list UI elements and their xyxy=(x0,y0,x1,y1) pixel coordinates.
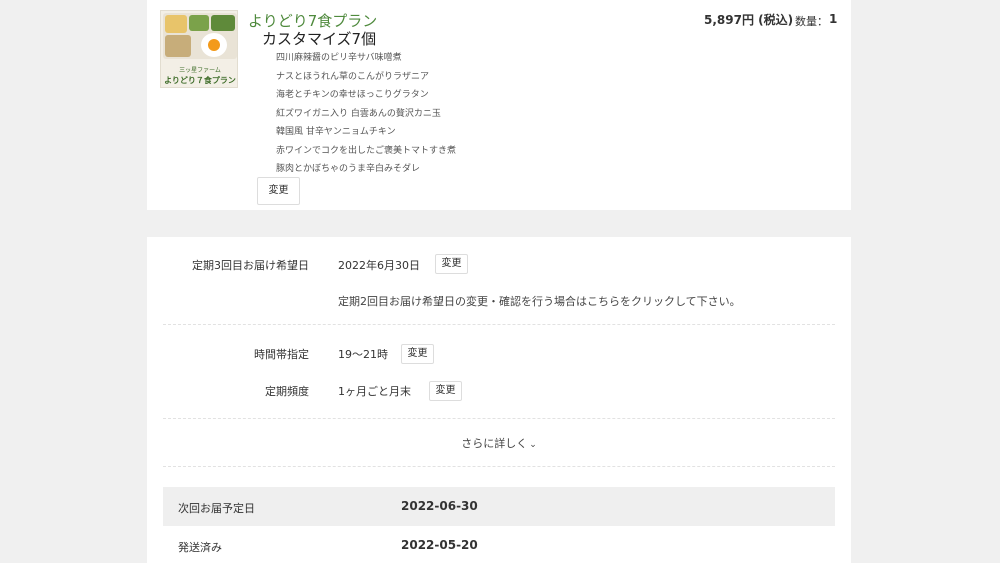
delivery-date-label: 定期3回目お届け希望日 xyxy=(192,259,309,272)
change-frequency-button[interactable]: 変更 xyxy=(429,381,462,401)
next-delivery-value: 2022-06-30 xyxy=(401,499,478,513)
menu-item: 海老とチキンの幸せほっこりグラタン xyxy=(276,90,429,100)
delivery-date-value: 2022年6月30日 xyxy=(338,259,420,272)
divider xyxy=(163,418,835,419)
quantity-value: 1 xyxy=(829,12,838,26)
change-menu-button[interactable]: 変更 xyxy=(257,177,300,205)
next-delivery-label: 次回お届予定日 xyxy=(178,502,255,515)
delivery-note-link[interactable]: 定期2回目お届け希望日の変更・確認を行う場合はこちらをクリックして下さい。 xyxy=(338,293,741,309)
menu-item: ナスとほうれん草のこんがりラザニア xyxy=(276,71,430,82)
divider xyxy=(163,466,835,467)
menu-item: 豚肉とかぼちゃのうま辛白みそダレ xyxy=(276,164,421,174)
thumbnail-brand: 三ッ星ファーム xyxy=(179,67,221,74)
product-card: 三ッ星ファーム よりどり７食プラン よりどり7食プラン カスタマイズ7個 5,8… xyxy=(147,0,851,210)
chevron-down-icon: ⌄ xyxy=(529,440,537,450)
frequency-label: 定期頻度 xyxy=(265,385,309,398)
show-more-link[interactable]: さらに詳しく ⌄ xyxy=(147,435,851,451)
menu-item: 四川麻辣醤のピリ辛サバ味噌煮 xyxy=(276,53,402,63)
menu-item: 韓国風 甘辛ヤンニョムチキン xyxy=(276,127,396,137)
show-more-label: さらに詳しく xyxy=(461,437,528,450)
menu-list: 四川麻辣醤のピリ辛サバ味噌煮 ナスとほうれん草のこんがりラザニア 海老とチキンの… xyxy=(276,51,456,181)
shipped-row: 発送済み 2022-05-20 xyxy=(163,526,835,563)
menu-item: 赤ワインでコクを出したご褒美トマトすき煮 xyxy=(276,145,457,156)
quantity-label: 数量： xyxy=(795,15,828,28)
next-delivery-row: 次回お届予定日 2022-06-30 xyxy=(163,487,835,526)
change-time-button[interactable]: 変更 xyxy=(401,344,434,364)
subscription-details: 定期3回目お届け希望日 2022年6月30日 変更 定期2回目お届け希望日の変更… xyxy=(147,237,851,563)
product-subtitle: カスタマイズ7個 xyxy=(262,30,377,48)
time-slot-value: 19～21時 xyxy=(338,348,388,361)
shipped-value: 2022-05-20 xyxy=(401,538,478,552)
frequency-value: 1ヶ月ごと月末 xyxy=(338,385,411,398)
product-price: 5,897円 (税込) xyxy=(704,13,794,27)
change-date-button[interactable]: 変更 xyxy=(435,254,468,274)
divider xyxy=(163,324,835,325)
product-thumbnail: 三ッ星ファーム よりどり７食プラン xyxy=(160,10,238,88)
menu-item: 紅ズワイガニ入り 白雲あんの贅沢カニ玉 xyxy=(276,108,441,119)
time-slot-label: 時間帯指定 xyxy=(254,348,309,361)
thumbnail-plan: よりどり７食プラン xyxy=(164,76,236,85)
shipped-label: 発送済み xyxy=(178,541,222,554)
